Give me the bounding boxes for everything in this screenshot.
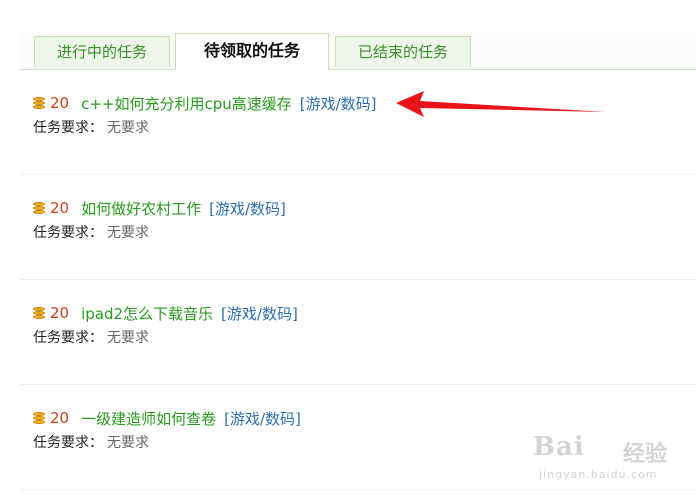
annotation-arrow-icon: [396, 91, 606, 117]
watermark-brand: Bai: [533, 432, 585, 462]
baidu-jingyan-watermark: Bai 经验 jingyan.baidu.com: [533, 432, 673, 490]
watermark-brand-suffix: 经验: [623, 442, 668, 467]
watermark-url: jingyan.baidu.com: [539, 468, 658, 481]
